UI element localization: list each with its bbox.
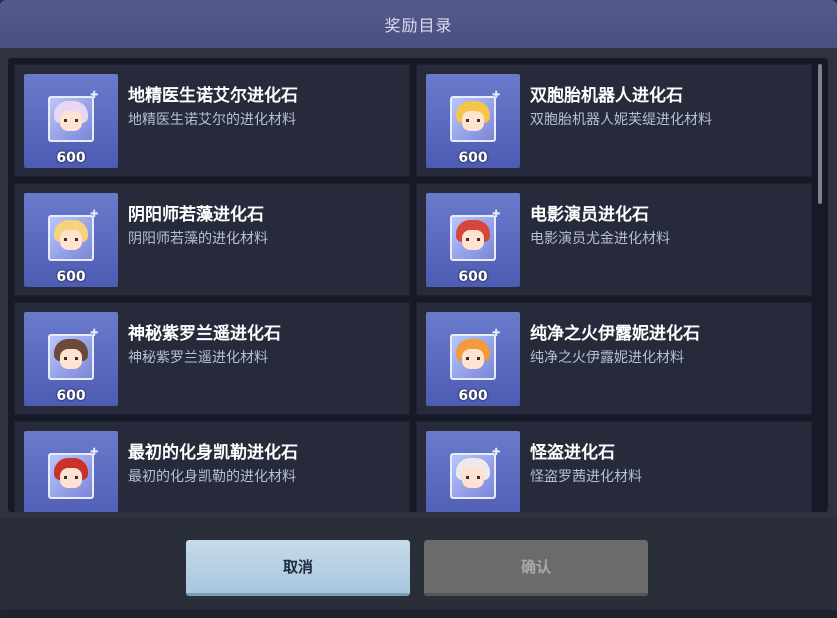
- item-name: 双胞胎机器人进化石: [530, 86, 683, 106]
- item-icon: ✚ 600: [24, 193, 118, 287]
- item-count: 600: [458, 388, 488, 404]
- portrait-icon: [48, 96, 94, 142]
- reward-card[interactable]: ✚ 600 阴阳师若藻进化石 阴阳师若藻的进化材料: [14, 183, 410, 296]
- confirm-button[interactable]: 确认: [424, 540, 648, 596]
- item-name: 阴阳师若藻进化石: [128, 205, 264, 225]
- item-name: 纯净之火伊露妮进化石: [530, 324, 700, 344]
- background-strip: [0, 610, 837, 618]
- reward-card[interactable]: ✚ 600 神秘紫罗兰遥进化石 神秘紫罗兰遥进化材料: [14, 302, 410, 415]
- item-icon: ✚ 600: [426, 193, 520, 287]
- plus-icon: ✚: [90, 90, 99, 101]
- portrait-eyes: [466, 119, 480, 122]
- item-name: 电影演员进化石: [530, 205, 649, 225]
- plus-icon: ✚: [492, 90, 501, 101]
- reward-card[interactable]: ✚ 600 电影演员进化石 电影演员尤金进化材料: [416, 183, 812, 296]
- plus-icon: ✚: [492, 209, 501, 220]
- dialog-footer: 取消 确认: [0, 518, 837, 610]
- portrait-eyes: [64, 238, 78, 241]
- portrait-icon: [450, 453, 496, 499]
- item-icon: ✚: [24, 431, 118, 512]
- portrait-icon: [450, 96, 496, 142]
- item-desc: 电影演员尤金进化材料: [530, 231, 670, 247]
- item-count: 600: [56, 388, 86, 404]
- item-icon: ✚ 600: [426, 312, 520, 406]
- cancel-button-label: 取消: [282, 558, 313, 576]
- portrait-eyes: [64, 357, 78, 360]
- portrait-icon: [48, 453, 94, 499]
- portrait-eyes: [466, 357, 480, 360]
- dialog-title-text: 奖励目录: [384, 16, 453, 35]
- reward-list[interactable]: ✚ 600 地精医生诺艾尔进化石 地精医生诺艾尔的进化材料 ✚ 600 双胞胎机…: [8, 58, 828, 512]
- plus-icon: ✚: [90, 447, 99, 458]
- portrait-eyes: [466, 238, 480, 241]
- portrait-icon: [48, 215, 94, 261]
- item-name: 地精医生诺艾尔进化石: [128, 86, 298, 106]
- reward-card[interactable]: ✚ 最初的化身凯勒进化石 最初的化身凯勒的进化材料: [14, 421, 410, 512]
- reward-card[interactable]: ✚ 怪盗进化石 怪盗罗茜进化材料: [416, 421, 812, 512]
- item-desc: 纯净之火伊露妮进化材料: [530, 350, 684, 366]
- item-icon: ✚: [426, 431, 520, 512]
- reward-card[interactable]: ✚ 600 纯净之火伊露妮进化石 纯净之火伊露妮进化材料: [416, 302, 812, 415]
- item-icon: ✚ 600: [426, 74, 520, 168]
- portrait-eyes: [64, 119, 78, 122]
- portrait-icon: [450, 215, 496, 261]
- item-name: 怪盗进化石: [530, 443, 615, 463]
- confirm-button-label: 确认: [520, 558, 551, 576]
- portrait-eyes: [64, 476, 78, 479]
- plus-icon: ✚: [492, 328, 501, 339]
- item-name: 神秘紫罗兰遥进化石: [128, 324, 281, 344]
- reward-card[interactable]: ✚ 600 双胞胎机器人进化石 双胞胎机器人妮芙缇进化材料: [416, 64, 812, 177]
- plus-icon: ✚: [90, 328, 99, 339]
- item-desc: 神秘紫罗兰遥进化材料: [128, 350, 268, 366]
- plus-icon: ✚: [90, 209, 99, 220]
- item-icon: ✚ 600: [24, 312, 118, 406]
- item-desc: 双胞胎机器人妮芙缇进化材料: [530, 112, 712, 128]
- item-desc: 地精医生诺艾尔的进化材料: [128, 112, 296, 128]
- item-desc: 最初的化身凯勒的进化材料: [128, 469, 296, 485]
- item-count: 600: [56, 150, 86, 166]
- item-desc: 怪盗罗茜进化材料: [530, 469, 642, 485]
- reward-catalog-dialog: 奖励目录 ✚ 600 地精医生诺艾尔进化石 地精医生诺艾尔的进化材料 ✚ 600…: [0, 0, 837, 610]
- portrait-icon: [450, 334, 496, 380]
- cancel-button[interactable]: 取消: [186, 540, 410, 596]
- item-desc: 阴阳师若藻的进化材料: [128, 231, 268, 247]
- reward-grid: ✚ 600 地精医生诺艾尔进化石 地精医生诺艾尔的进化材料 ✚ 600 双胞胎机…: [14, 64, 812, 512]
- list-scrollbar[interactable]: [818, 64, 822, 204]
- item-count: 600: [458, 269, 488, 285]
- dialog-title: 奖励目录: [0, 0, 837, 48]
- portrait-eyes: [466, 476, 480, 479]
- reward-card[interactable]: ✚ 600 地精医生诺艾尔进化石 地精医生诺艾尔的进化材料: [14, 64, 410, 177]
- plus-icon: ✚: [492, 447, 501, 458]
- item-count: 600: [458, 150, 488, 166]
- portrait-icon: [48, 334, 94, 380]
- item-name: 最初的化身凯勒进化石: [128, 443, 298, 463]
- item-count: 600: [56, 269, 86, 285]
- item-icon: ✚ 600: [24, 74, 118, 168]
